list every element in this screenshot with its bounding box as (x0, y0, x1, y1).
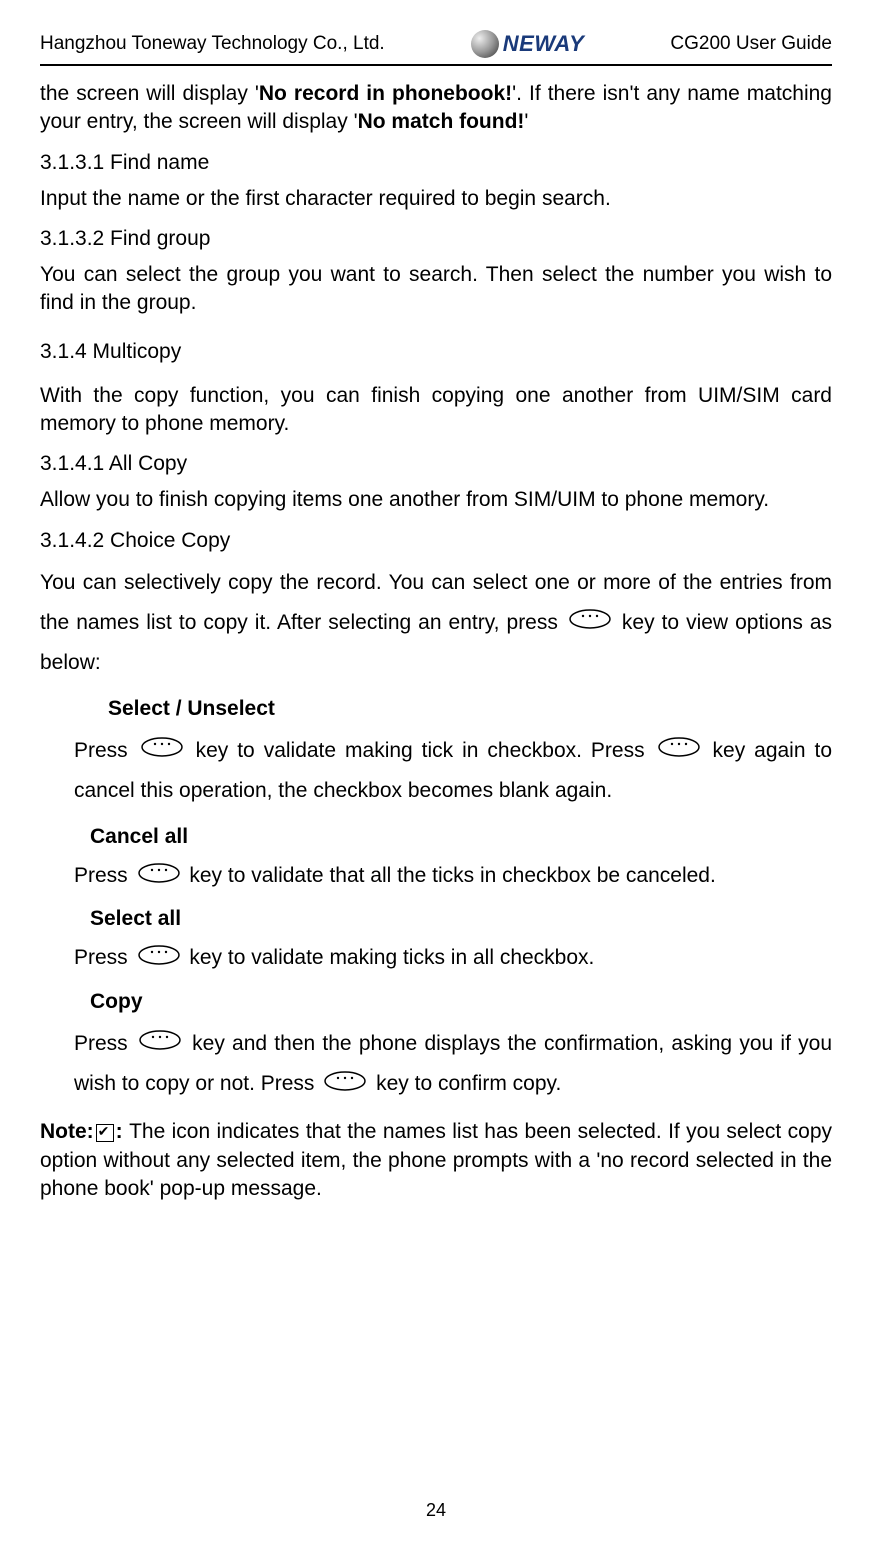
option-select-unselect-label: Select / Unselect (108, 697, 832, 721)
logo-text: NEWAY (503, 31, 585, 57)
option-copy-body: Press key and then the phone displays th… (74, 1024, 832, 1105)
soft-key-icon (139, 1024, 181, 1064)
body-314: With the copy function, you can finish c… (40, 382, 832, 439)
guide-title: CG200 User Guide (670, 33, 832, 55)
note-colon: : (116, 1120, 129, 1143)
body-3132-text: You can select the group you want to sea… (40, 263, 832, 314)
globe-icon (471, 30, 499, 58)
intro-paragraph: the screen will display 'No record in ph… (40, 80, 832, 137)
checkbox-tick-icon (96, 1124, 114, 1142)
intro-text-pre: the screen will display ' (40, 82, 259, 105)
option-select-all-label: Select all (90, 907, 832, 931)
option-select-unselect-body: Press key to validate making tick in che… (74, 731, 832, 811)
option-cancel-all-label: Cancel all (90, 825, 832, 849)
page-number: 24 (0, 1500, 872, 1521)
option-select-all-body: Press key to validate making ticks in al… (74, 941, 832, 975)
intro-text-post: ' (524, 110, 528, 133)
sa-t2: key to validate making ticks in all chec… (189, 946, 594, 969)
cp-t3: key to confirm copy. (376, 1072, 561, 1095)
su-t1: Press (74, 739, 137, 762)
intro-bold-2: No match found! (358, 110, 525, 133)
option-copy-label: Copy (90, 990, 832, 1014)
body-3132: You can select the group you want to sea… (40, 261, 832, 318)
company-name: Hangzhou Toneway Technology Co., Ltd. (40, 33, 385, 55)
su-t2: key to validate making tick in checkbox.… (196, 739, 654, 762)
soft-key-icon (138, 942, 180, 976)
option-cancel-all-body: Press key to validate that all the ticks… (74, 859, 832, 893)
heading-3141: 3.1.4.1 All Copy (40, 452, 832, 476)
heading-314: 3.1.4 Multicopy (40, 340, 832, 364)
note-body: The icon indicates that the names list h… (40, 1120, 832, 1200)
soft-key-icon (141, 731, 183, 771)
body-3142-intro: You can selectively copy the record. You… (40, 563, 832, 683)
cp-t1: Press (74, 1032, 135, 1055)
body-3131: Input the name or the first character re… (40, 185, 832, 213)
ca-t1: Press (74, 864, 134, 887)
soft-key-icon (658, 731, 700, 771)
heading-3131: 3.1.3.1 Find name (40, 151, 832, 175)
brand-logo: NEWAY (471, 30, 585, 58)
soft-key-icon (324, 1065, 366, 1105)
note-lead: Note: (40, 1120, 94, 1143)
ca-t2: key to validate that all the ticks in ch… (189, 864, 715, 887)
note-block: Note:: The icon indicates that the names… (40, 1118, 832, 1203)
heading-3132: 3.1.3.2 Find group (40, 227, 832, 251)
soft-key-icon (138, 860, 180, 894)
body-3141: Allow you to finish copying items one an… (40, 486, 832, 514)
heading-3142: 3.1.4.2 Choice Copy (40, 529, 832, 553)
page-header: Hangzhou Toneway Technology Co., Ltd. NE… (40, 30, 832, 66)
intro-bold-1: No record in phonebook! (259, 82, 512, 105)
sa-t1: Press (74, 946, 134, 969)
soft-key-icon (569, 603, 611, 643)
